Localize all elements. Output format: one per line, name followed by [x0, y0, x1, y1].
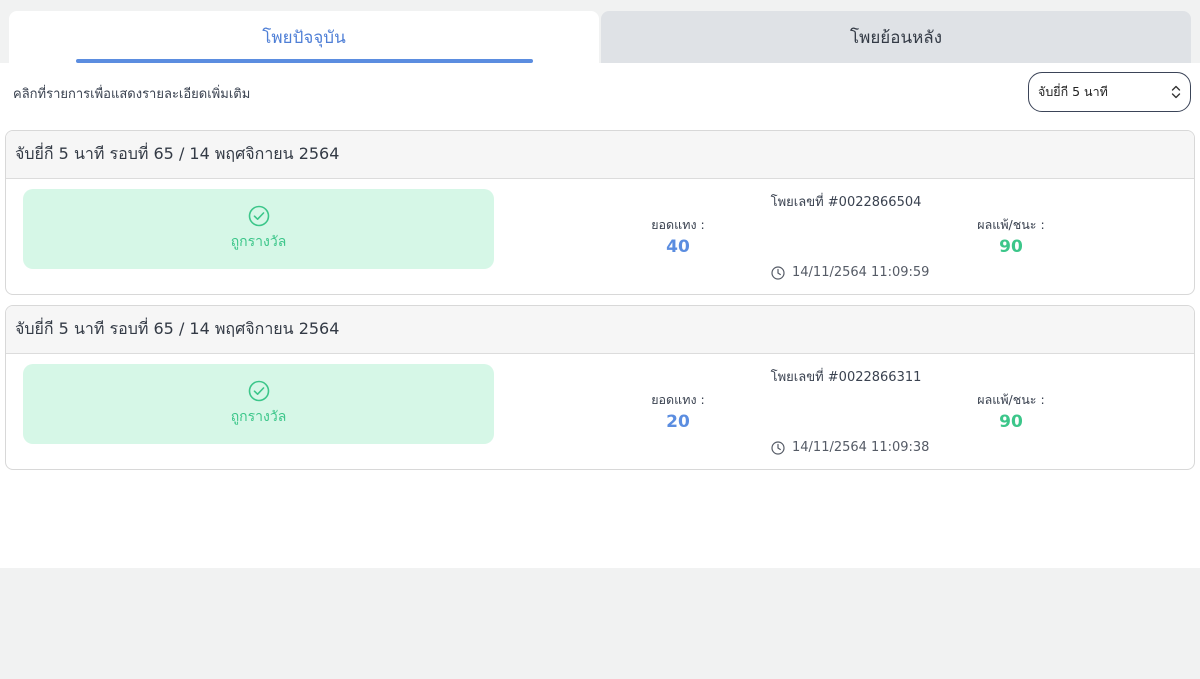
ticket-status-badge: ถูกรางวัล	[23, 364, 494, 444]
bet-amount-label: ยอดแทง :	[651, 392, 705, 407]
ticket-timestamp: 14/11/2564 11:09:38	[792, 440, 930, 455]
sort-arrows-icon	[1171, 85, 1181, 99]
ticket-timestamp: 14/11/2564 11:09:59	[792, 265, 930, 280]
hint-text: คลิกที่รายการเพื่อแสดงรายละเอียดเพิ่มเติ…	[13, 87, 251, 102]
ticket-time: 14/11/2564 11:09:38	[771, 440, 929, 455]
win-loss-label: ผลแพ้/ชนะ :	[977, 217, 1045, 232]
win-loss-value: 90	[999, 237, 1023, 257]
ticket-status-badge: ถูกรางวัล	[23, 189, 494, 269]
ticket-status-label: ถูกรางวัล	[230, 409, 287, 425]
ticket-status-label: ถูกรางวัล	[230, 234, 287, 250]
ticket-header: จับยี่กี 5 นาที รอบที่ 65 / 14 พฤศจิกายน…	[6, 306, 1194, 354]
active-tab-indicator	[76, 59, 533, 63]
ticket-header: จับยี่กี 5 นาที รอบที่ 65 / 14 พฤศจิกายน…	[6, 131, 1194, 179]
tab-past-tickets[interactable]: โพยย้อนหลัง	[601, 11, 1191, 63]
check-circle-icon	[248, 380, 269, 402]
bet-amount-value: 20	[666, 412, 690, 432]
ticket-time: 14/11/2564 11:09:59	[771, 265, 929, 280]
bet-amount-value: 40	[666, 237, 690, 257]
ticket-card[interactable]: จับยี่กี 5 นาที รอบที่ 65 / 14 พฤศจิกายน…	[5, 305, 1195, 470]
bet-amount-label: ยอดแทง :	[651, 217, 705, 232]
ticket-card[interactable]: จับยี่กี 5 นาที รอบที่ 65 / 14 พฤศจิกายน…	[5, 130, 1195, 295]
game-filter-value: จับยี่กี 5 นาที	[1038, 84, 1108, 99]
win-loss-value: 90	[999, 412, 1023, 432]
main-panel: โพยปัจจุบัน โพยย้อนหลัง คลิกที่รายการเพื…	[0, 0, 1200, 568]
ticket-number: โพยเลขที่ #0022866311	[770, 370, 922, 385]
clock-icon	[771, 440, 785, 455]
page: โพยปัจจุบัน โพยย้อนหลัง คลิกที่รายการเพื…	[0, 0, 1200, 679]
tab-current-tickets[interactable]: โพยปัจจุบัน	[9, 11, 599, 63]
ticket-number: โพยเลขที่ #0022866504	[770, 195, 922, 210]
check-circle-icon	[248, 205, 269, 227]
win-loss-label: ผลแพ้/ชนะ :	[977, 392, 1045, 407]
clock-icon	[771, 265, 785, 280]
game-filter-select[interactable]: จับยี่กี 5 นาที	[1028, 72, 1191, 112]
tab-bar: โพยปัจจุบัน โพยย้อนหลัง	[0, 0, 1200, 63]
